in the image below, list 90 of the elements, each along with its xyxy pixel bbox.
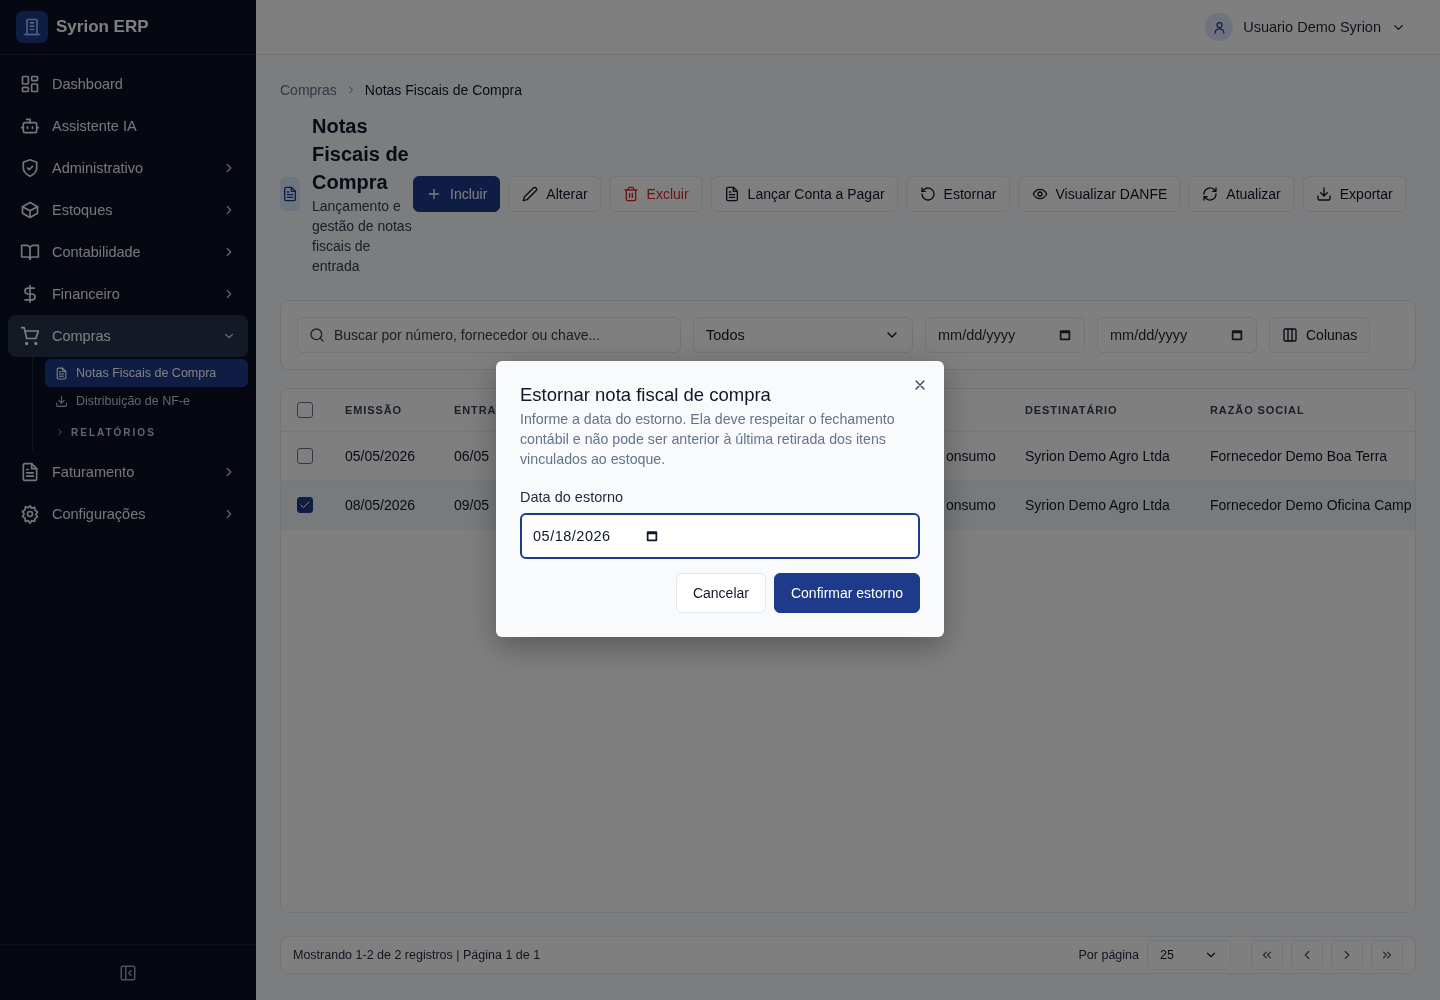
trash-icon xyxy=(622,186,639,202)
download-icon xyxy=(1315,186,1332,202)
table-cell: Syrion Demo Agro Ltda xyxy=(1025,497,1170,513)
document-icon xyxy=(55,366,68,380)
checkbox[interactable] xyxy=(297,497,313,513)
shield-icon xyxy=(20,158,40,178)
calendar-icon xyxy=(1230,328,1244,342)
document-icon xyxy=(20,462,40,482)
per-page-label: Por página xyxy=(1078,948,1139,962)
calendar-icon xyxy=(1058,328,1072,342)
robot-icon xyxy=(20,116,40,136)
date-field[interactable]: 05/18/2026 xyxy=(520,513,920,559)
field-label: Data do estorno xyxy=(520,489,625,505)
table-cell: 05/05/2026 xyxy=(345,448,416,464)
dialog-description: Informe a data do estorno. Ela deve respeitar o fechamento contábil e não pode ser anterior à última retirada dos itens vinculados ao estoque. xyxy=(520,410,896,469)
breadcrumb-item: Notas Fiscais de Compra xyxy=(364,82,522,98)
collapse-sidebar-button[interactable] xyxy=(119,963,137,982)
checkbox[interactable] xyxy=(297,402,313,418)
date-field[interactable]: mm/dd/yyyy xyxy=(925,317,1085,353)
table-cell: 08/05/2026 xyxy=(345,497,416,513)
dialog-title: Estornar nota fiscal de compra xyxy=(520,383,772,407)
sidebar-item[interactable]: Administrativo xyxy=(8,147,248,189)
download-icon xyxy=(55,394,68,408)
toolbar-button[interactable]: Incluir xyxy=(413,176,501,212)
column-header: ENTRA xyxy=(454,404,497,416)
plus-icon xyxy=(426,186,442,202)
status-select[interactable]: Todos xyxy=(693,317,913,353)
check-icon xyxy=(299,499,311,511)
date-field[interactable]: mm/dd/yyyy xyxy=(1097,317,1257,353)
table-cell: Syrion Demo Agro Ltda xyxy=(1025,448,1170,464)
sidebar-group[interactable]: RELATÓRIOS xyxy=(45,415,248,449)
dialog-button[interactable]: Confirmar estorno xyxy=(773,573,920,613)
document-icon xyxy=(282,186,298,202)
toolbar-button[interactable]: Alterar xyxy=(509,176,601,212)
table-cell: onsumo xyxy=(946,448,996,464)
sidebar-item[interactable]: Estoques xyxy=(8,189,248,231)
toolbar-button[interactable]: Visualizar DANFE xyxy=(1018,176,1181,212)
toolbar-button[interactable]: Lançar Conta a Pagar xyxy=(710,176,898,212)
column-header: RAZÃO SOCIAL xyxy=(1210,404,1305,416)
box-icon xyxy=(20,200,40,220)
double-chevron-right-icon xyxy=(1380,948,1394,962)
sidebar-subitem[interactable]: Notas Fiscais de Compra xyxy=(45,359,248,387)
sidebar-item[interactable]: Configurações xyxy=(8,493,248,535)
collapse-sidebar-icon xyxy=(119,963,137,982)
dialog-button[interactable]: Cancelar xyxy=(675,573,766,613)
dashboard-icon xyxy=(20,74,40,94)
refresh-icon xyxy=(1202,186,1219,202)
double-chevron-left-icon xyxy=(1260,948,1274,962)
table-cell: 09/05 xyxy=(454,497,490,513)
undo-icon xyxy=(919,186,936,202)
sidebar-item[interactable]: Assistente IA xyxy=(8,105,248,147)
sidebar-item[interactable]: Dashboard xyxy=(8,63,248,105)
search-icon xyxy=(309,327,325,343)
building-icon xyxy=(22,17,42,37)
breadcrumb-item[interactable]: Compras xyxy=(280,82,337,98)
book-icon xyxy=(20,242,40,262)
table-cell: 06/05 xyxy=(454,448,490,464)
calendar-icon xyxy=(644,529,659,543)
user-menu[interactable]: Usuario Demo Syrion xyxy=(1199,12,1412,42)
chevron-right-icon xyxy=(55,427,65,437)
last-page-button[interactable] xyxy=(1371,940,1403,970)
columns-button[interactable]: Colunas xyxy=(1269,317,1371,353)
sidebar-item[interactable]: Financeiro xyxy=(8,273,248,315)
column-header: DESTINATÁRIO xyxy=(1025,404,1118,416)
table-cell: onsumo xyxy=(946,497,996,513)
pagination-summary: Mostrando 1-2 de 2 registros | Página 1 de 1 xyxy=(293,948,542,962)
per-page-select[interactable]: 25 xyxy=(1147,940,1231,970)
table-cell: Fornecedor Demo Oficina Camp xyxy=(1210,497,1412,513)
cart-icon xyxy=(20,326,40,346)
checkbox[interactable] xyxy=(297,448,313,464)
sidebar-item[interactable]: Faturamento xyxy=(8,451,248,493)
app-name: Syrion ERP xyxy=(56,17,149,37)
pencil-icon xyxy=(522,186,539,202)
table-cell: Fornecedor Demo Boa Terra xyxy=(1210,448,1388,464)
columns-icon xyxy=(1282,327,1298,343)
sidebar-subitem[interactable]: Distribuição de NF-e xyxy=(45,387,248,415)
sidebar-item[interactable]: Contabilidade xyxy=(8,231,248,273)
search-field[interactable]: Buscar por número, fornecedor ou chave... xyxy=(297,317,681,353)
page-title: Notas Fiscais de Compra xyxy=(312,114,410,195)
toolbar-button[interactable]: Exportar xyxy=(1302,176,1406,212)
toolbar-button[interactable]: Atualizar xyxy=(1189,176,1294,212)
toolbar-button[interactable]: Excluir xyxy=(609,176,702,212)
first-page-button[interactable] xyxy=(1251,940,1283,970)
document-icon xyxy=(723,186,740,202)
toolbar-button[interactable]: Estornar xyxy=(906,176,1010,212)
page-subtitle: Lançamento e gestão de notas fiscais de entrada xyxy=(312,197,413,276)
sidebar-item[interactable]: Compras xyxy=(8,315,248,357)
eye-icon xyxy=(1031,186,1048,202)
column-header: EMISSÃO xyxy=(345,404,403,416)
settings-icon xyxy=(20,504,40,524)
